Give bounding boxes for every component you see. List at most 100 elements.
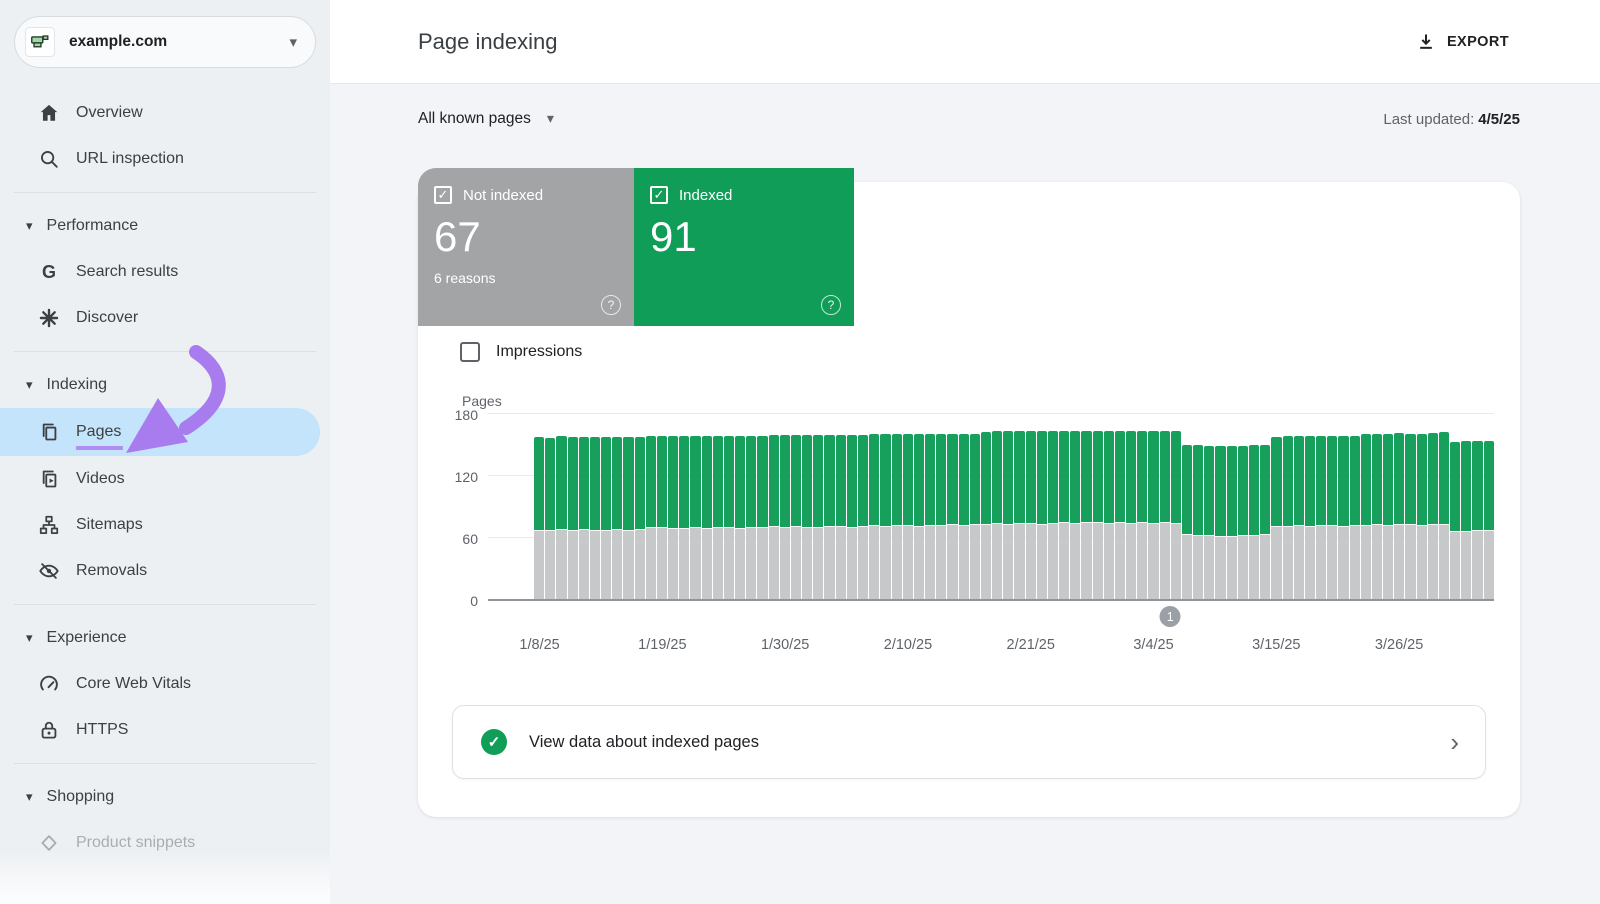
- chart-bar[interactable]: [1014, 415, 1024, 599]
- sidebar-item-search-results[interactable]: GSearch results: [0, 249, 330, 295]
- chart-bar[interactable]: [579, 415, 589, 599]
- chart-bar[interactable]: [1350, 415, 1360, 599]
- chart-bar[interactable]: [1260, 415, 1270, 599]
- chart-bar[interactable]: [1182, 415, 1192, 599]
- chart-bar[interactable]: [1305, 415, 1315, 599]
- not-indexed-reasons[interactable]: 6 reasons: [434, 270, 618, 286]
- help-icon[interactable]: [601, 295, 621, 315]
- not-indexed-card[interactable]: Not indexed 67 6 reasons: [418, 168, 634, 326]
- chart-annotation-marker[interactable]: 1: [1160, 606, 1181, 627]
- chart-bar[interactable]: [735, 415, 745, 599]
- sidebar-item-videos[interactable]: Videos: [0, 456, 330, 502]
- chart-bar[interactable]: [1160, 415, 1170, 599]
- chart-bar[interactable]: [1338, 415, 1348, 599]
- chart-bar[interactable]: [1227, 415, 1237, 599]
- chart-bar[interactable]: [780, 415, 790, 599]
- property-selector[interactable]: example.com: [14, 16, 316, 68]
- chart-bar[interactable]: [791, 415, 801, 599]
- chart-bar[interactable]: [1204, 415, 1214, 599]
- chart-bar[interactable]: [903, 415, 913, 599]
- chart-bar[interactable]: [556, 415, 566, 599]
- chart-bar[interactable]: [1193, 415, 1203, 599]
- chart-bar[interactable]: [1372, 415, 1382, 599]
- sidebar-item-product-snippets[interactable]: Product snippets: [0, 820, 330, 866]
- chart-bar[interactable]: [1461, 415, 1471, 599]
- chart-bar[interactable]: [813, 415, 823, 599]
- chart-bar[interactable]: [646, 415, 656, 599]
- chart-bar[interactable]: [1003, 415, 1013, 599]
- chart-bar[interactable]: [590, 415, 600, 599]
- chart-bar[interactable]: [1316, 415, 1326, 599]
- chart-bars[interactable]: [534, 415, 1494, 599]
- chart-bar[interactable]: [981, 415, 991, 599]
- chart-bar[interactable]: [824, 415, 834, 599]
- chart-bar[interactable]: [1450, 415, 1460, 599]
- chart-bar[interactable]: [690, 415, 700, 599]
- chart-bar[interactable]: [925, 415, 935, 599]
- checkbox-checked-icon[interactable]: [650, 186, 668, 204]
- chart-bar[interactable]: [1417, 415, 1427, 599]
- impressions-toggle[interactable]: Impressions: [460, 342, 582, 362]
- sidebar-item-url-inspection[interactable]: URL inspection: [0, 136, 330, 182]
- sidebar-item-https[interactable]: HTTPS: [0, 707, 330, 753]
- chart-bar[interactable]: [1126, 415, 1136, 599]
- chart-bar[interactable]: [802, 415, 812, 599]
- chart-bar[interactable]: [635, 415, 645, 599]
- chart-bar[interactable]: [1238, 415, 1248, 599]
- chart-bar[interactable]: [623, 415, 633, 599]
- chart-bar[interactable]: [858, 415, 868, 599]
- chart-bar[interactable]: [769, 415, 779, 599]
- chart-bar[interactable]: [1283, 415, 1293, 599]
- sidebar-section-indexing[interactable]: Indexing: [0, 362, 330, 408]
- chart-bar[interactable]: [970, 415, 980, 599]
- indexed-card[interactable]: Indexed 91: [634, 168, 854, 326]
- chart-bar[interactable]: [914, 415, 924, 599]
- chart-bar[interactable]: [1405, 415, 1415, 599]
- chart-bar[interactable]: [1361, 415, 1371, 599]
- chart-bar[interactable]: [1026, 415, 1036, 599]
- sidebar-item-discover[interactable]: Discover: [0, 295, 330, 341]
- view-indexed-data-row[interactable]: View data about indexed pages: [452, 705, 1486, 779]
- chart-bar[interactable]: [1472, 415, 1482, 599]
- chart-bar[interactable]: [1383, 415, 1393, 599]
- chart-bar[interactable]: [1171, 415, 1181, 599]
- chart-bar[interactable]: [612, 415, 622, 599]
- checkbox-unchecked-icon[interactable]: [460, 342, 480, 362]
- chart-bar[interactable]: [601, 415, 611, 599]
- chart-bar[interactable]: [1048, 415, 1058, 599]
- chart-bar[interactable]: [947, 415, 957, 599]
- chart-bar[interactable]: [1093, 415, 1103, 599]
- help-icon[interactable]: [821, 295, 841, 315]
- chart-bar[interactable]: [992, 415, 1002, 599]
- sidebar-section-experience[interactable]: Experience: [0, 615, 330, 661]
- chart-bar[interactable]: [657, 415, 667, 599]
- chart-bar[interactable]: [746, 415, 756, 599]
- chart-bar[interactable]: [1484, 415, 1494, 599]
- chart-bar[interactable]: [936, 415, 946, 599]
- chart-bar[interactable]: [724, 415, 734, 599]
- chart-bar[interactable]: [1327, 415, 1337, 599]
- chart-bar[interactable]: [1249, 415, 1259, 599]
- chart-bar[interactable]: [713, 415, 723, 599]
- chart-bar[interactable]: [668, 415, 678, 599]
- page-filter-dropdown[interactable]: All known pages: [418, 110, 554, 128]
- chart-bar[interactable]: [1037, 415, 1047, 599]
- chart-plot[interactable]: 1: [488, 415, 1494, 601]
- chart-bar[interactable]: [1148, 415, 1158, 599]
- chart-bar[interactable]: [679, 415, 689, 599]
- chart-bar[interactable]: [836, 415, 846, 599]
- sidebar-section-performance[interactable]: Performance: [0, 203, 330, 249]
- chart-bar[interactable]: [1215, 415, 1225, 599]
- sidebar-item-overview[interactable]: Overview: [0, 90, 330, 136]
- chart-bar[interactable]: [1081, 415, 1091, 599]
- chart-bar[interactable]: [757, 415, 767, 599]
- checkbox-checked-icon[interactable]: [434, 186, 452, 204]
- chart-bar[interactable]: [1137, 415, 1147, 599]
- chart-bar[interactable]: [869, 415, 879, 599]
- chart-bar[interactable]: [545, 415, 555, 599]
- chart-bar[interactable]: [1104, 415, 1114, 599]
- chart-bar[interactable]: [880, 415, 890, 599]
- sidebar-item-pages[interactable]: Pages: [0, 408, 320, 456]
- chart-bar[interactable]: [1059, 415, 1069, 599]
- sidebar-item-removals[interactable]: Removals: [0, 548, 330, 594]
